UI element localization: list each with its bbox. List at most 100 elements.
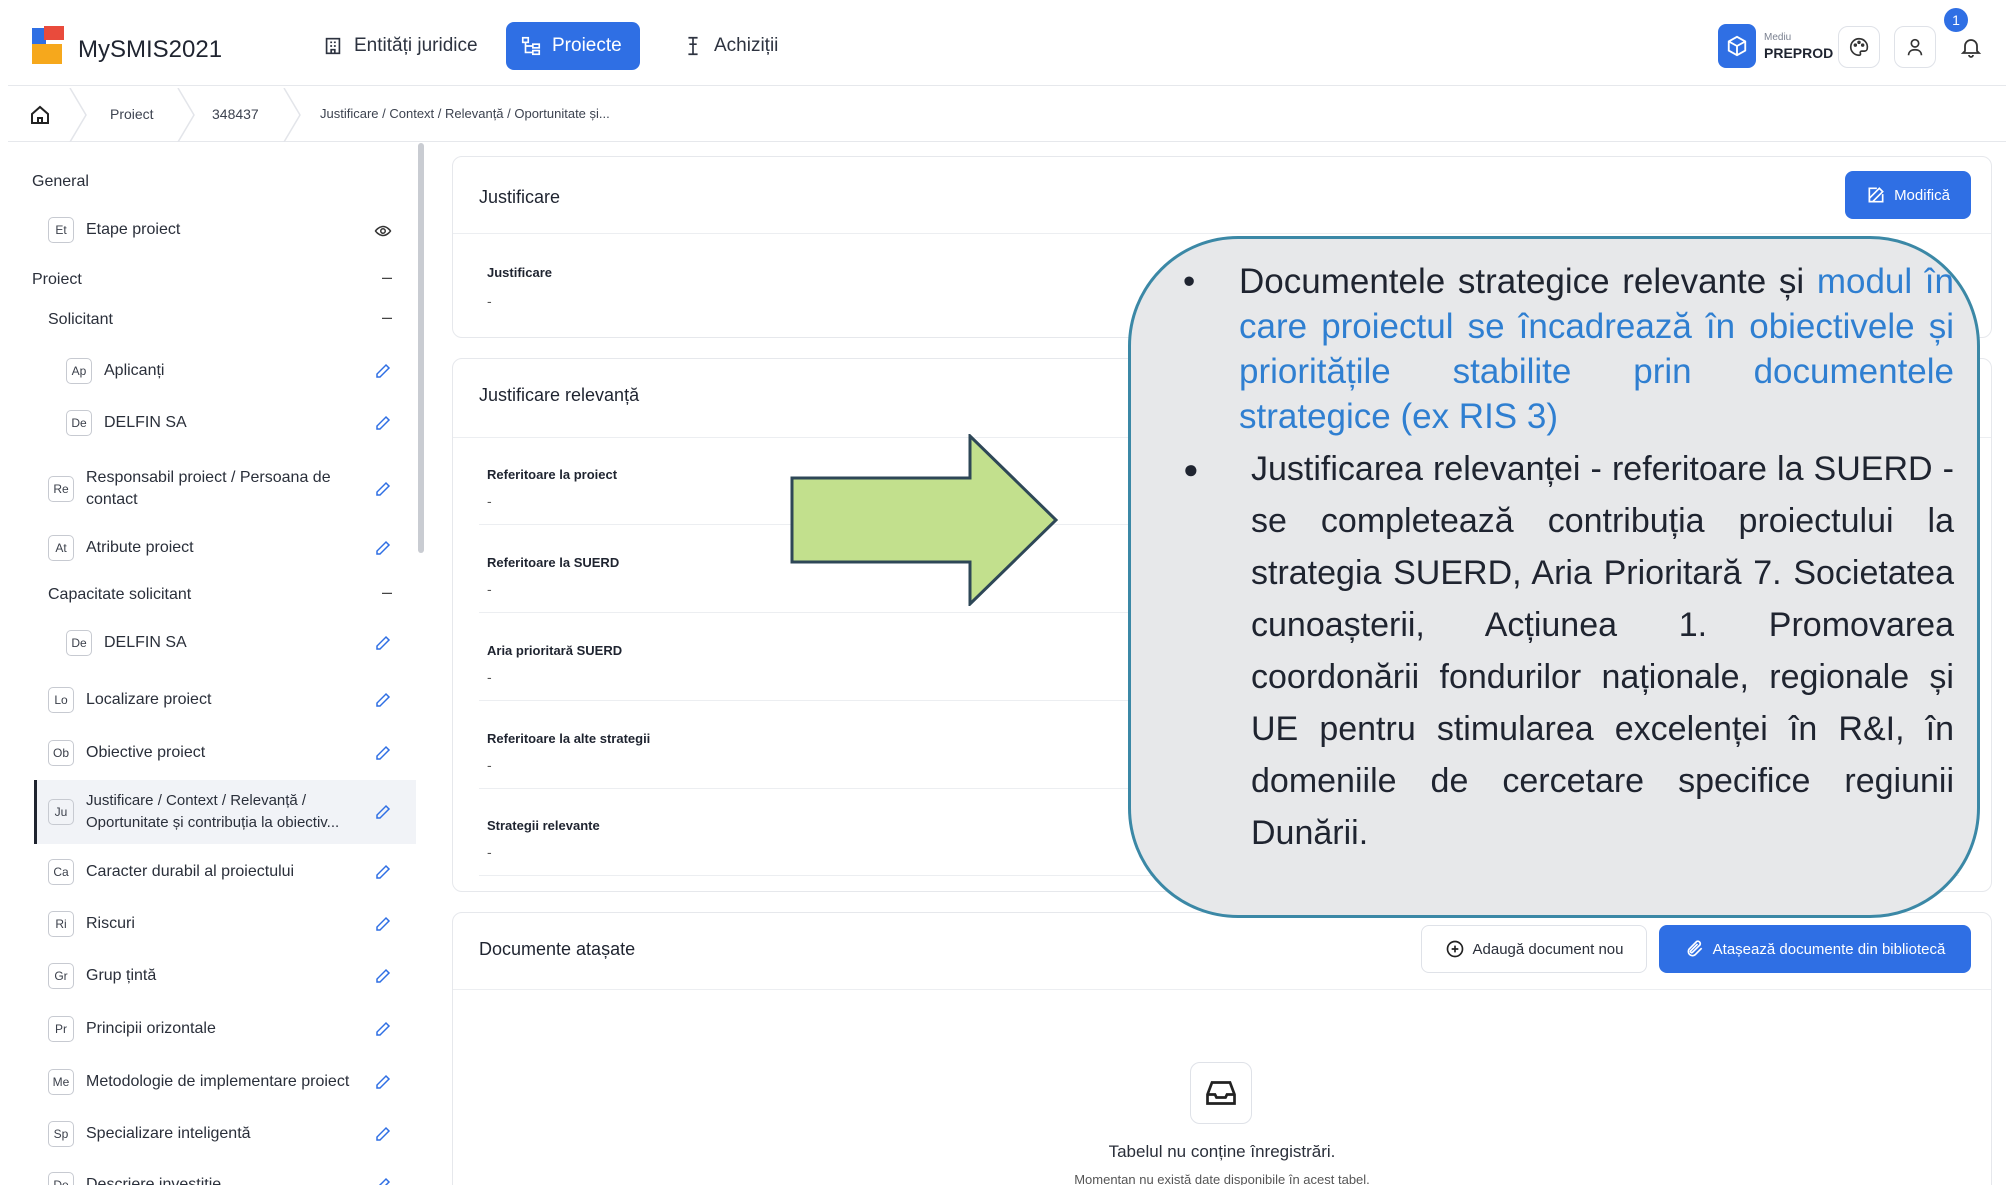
edit-icon[interactable] bbox=[374, 634, 392, 652]
edit-icon[interactable] bbox=[374, 915, 392, 933]
sidebar-item-delfin-capacitate[interactable]: De DELFIN SA bbox=[66, 621, 386, 665]
item-label: Obiective proiect bbox=[86, 744, 206, 761]
callout-text: Documentele strategice relevante și bbox=[1239, 262, 1817, 301]
item-abbr: At bbox=[48, 535, 74, 561]
item-label: Grup țintă bbox=[86, 967, 157, 984]
nav-label: Achiziții bbox=[714, 35, 779, 56]
field-value: - bbox=[487, 581, 492, 597]
item-abbr: Re bbox=[48, 476, 74, 502]
edit-icon[interactable] bbox=[374, 1125, 392, 1143]
sidebar-item-responsabil[interactable]: Re Responsabil proiect / Persoana de con… bbox=[48, 461, 368, 517]
sidebar-scrollbar[interactable] bbox=[418, 143, 424, 553]
sidebar-item-localizare[interactable]: Lo Localizare proiect bbox=[48, 678, 368, 722]
modifica-button[interactable]: Modifică bbox=[1845, 171, 1971, 219]
top-bar: MySMIS2021 Entități juridice Proiecte Ac… bbox=[8, 6, 2006, 86]
field-label: Aria prioritară SUERD bbox=[487, 643, 623, 658]
edit-icon[interactable] bbox=[374, 803, 392, 821]
card-title: Justificare bbox=[479, 187, 561, 207]
notifications-button[interactable] bbox=[1950, 26, 1992, 68]
attach-from-library-button[interactable]: Atașează documente din bibliotecă bbox=[1659, 925, 1971, 973]
environment-indicator[interactable]: Mediu PREPROD bbox=[1718, 24, 1833, 68]
button-label: Atașează documente din bibliotecă bbox=[1712, 940, 1946, 958]
sidebar-item-atribute[interactable]: At Atribute proiect bbox=[48, 526, 368, 570]
sidebar-item-grup-tinta[interactable]: Gr Grup țintă bbox=[48, 954, 368, 998]
item-label: Principii orizontale bbox=[86, 1020, 216, 1037]
item-abbr: Ca bbox=[48, 859, 74, 885]
edit-icon[interactable] bbox=[374, 744, 392, 762]
sidebar-item-descriere-investitie[interactable]: De Descriere investiție bbox=[48, 1163, 368, 1185]
plus-circle-icon bbox=[1446, 940, 1463, 958]
sidebar-item-specializare[interactable]: Sp Specializare inteligentă bbox=[48, 1112, 368, 1156]
card-title: Documente atașate bbox=[479, 939, 636, 959]
item-label: DELFIN SA bbox=[104, 634, 187, 651]
user-icon bbox=[1907, 38, 1923, 56]
button-label: Modifică bbox=[1894, 186, 1950, 204]
chevron-separator-icon bbox=[283, 88, 301, 142]
edit-icon[interactable] bbox=[374, 691, 392, 709]
edit-icon[interactable] bbox=[374, 362, 392, 380]
bullet: • bbox=[1183, 262, 1196, 301]
item-abbr: Ap bbox=[66, 358, 92, 384]
section-capacitate: Capacitate solicitant bbox=[48, 586, 192, 603]
item-abbr: De bbox=[66, 410, 92, 436]
palette-icon bbox=[1850, 37, 1869, 57]
edit-icon[interactable] bbox=[374, 967, 392, 985]
edit-icon[interactable] bbox=[374, 863, 392, 881]
item-abbr: Ob bbox=[48, 740, 74, 766]
edit-icon[interactable] bbox=[374, 539, 392, 557]
collapse-proiect-toggle[interactable]: – bbox=[382, 267, 392, 288]
user-button[interactable] bbox=[1894, 26, 1936, 68]
empty-state-subtitle: Momentan nu există date disponibile în a… bbox=[1074, 1172, 1370, 1185]
item-label: Aplicanți bbox=[104, 362, 165, 379]
app-logo-icon[interactable] bbox=[30, 26, 66, 66]
nav-achizitii[interactable]: Achiziții bbox=[668, 22, 796, 70]
sidebar-item-principii[interactable]: Pr Principii orizontale bbox=[48, 1007, 368, 1051]
collapse-capacitate-toggle[interactable]: – bbox=[382, 582, 392, 603]
item-label: Metodologie de implementare proiect bbox=[86, 1073, 350, 1090]
breadcrumb-proiect[interactable]: Proiect bbox=[110, 106, 154, 122]
section-solicitant: Solicitant bbox=[48, 311, 113, 328]
button-label: Adaugă document nou bbox=[1472, 940, 1624, 958]
sidebar-item-aplicanti[interactable]: Ap Aplicanți bbox=[66, 349, 386, 393]
edit-icon[interactable] bbox=[374, 1020, 392, 1038]
sidebar-item-riscuri[interactable]: Ri Riscuri bbox=[48, 902, 368, 946]
home-icon[interactable] bbox=[28, 103, 52, 127]
item-label: Caracter durabil al proiectului bbox=[86, 863, 295, 880]
palette-button[interactable] bbox=[1838, 26, 1880, 68]
sidebar-item-obiective[interactable]: Ob Obiective proiect bbox=[48, 731, 368, 775]
edit-icon[interactable] bbox=[374, 414, 392, 432]
collapse-solicitant-toggle[interactable]: – bbox=[382, 307, 392, 328]
item-label: Responsabil proiect / Persoana de contac… bbox=[86, 469, 331, 508]
sidebar-item-etape-proiect[interactable]: Et Etape proiect bbox=[48, 208, 408, 252]
cube-icon bbox=[1718, 24, 1756, 68]
section-general: General bbox=[32, 173, 89, 190]
item-abbr: Lo bbox=[48, 687, 74, 713]
card-title: Justificare relevanță bbox=[479, 385, 640, 405]
building-icon bbox=[325, 37, 341, 55]
breadcrumb-project-id[interactable]: 348437 bbox=[212, 106, 259, 122]
nav-proiecte[interactable]: Proiecte bbox=[506, 22, 640, 70]
field-value: - bbox=[487, 669, 492, 685]
edit-icon[interactable] bbox=[374, 480, 392, 498]
sidebar-item-delfin-solicitant[interactable]: De DELFIN SA bbox=[66, 401, 386, 445]
item-abbr: Ri bbox=[48, 911, 74, 937]
paperclip-icon bbox=[1687, 940, 1702, 957]
item-label: Riscuri bbox=[86, 915, 135, 932]
project-sidebar: General Et Etape proiect Proiect – Solic… bbox=[8, 143, 418, 1185]
edit-icon[interactable] bbox=[374, 1176, 392, 1185]
annotation-callout: • Documentele strategice relevante și mo… bbox=[1128, 236, 1980, 918]
item-abbr: Sp bbox=[48, 1121, 74, 1147]
add-document-button[interactable]: Adaugă document nou bbox=[1421, 925, 1647, 973]
app-title[interactable]: MySMIS2021 bbox=[78, 36, 222, 64]
sidebar-item-metodologie[interactable]: Me Metodologie de implementare proiect bbox=[48, 1060, 378, 1104]
item-abbr: De bbox=[66, 630, 92, 656]
field-label: Referitoare la SUERD bbox=[487, 555, 620, 570]
item-abbr: Ju bbox=[48, 799, 74, 825]
sidebar-item-caracter-durabil[interactable]: Ca Caracter durabil al proiectului bbox=[48, 850, 368, 894]
edit-icon[interactable] bbox=[374, 1073, 392, 1091]
nav-entitati-juridice[interactable]: Entități juridice bbox=[308, 22, 496, 70]
sidebar-item-justificare[interactable]: Ju Justificare / Context / Relevanță / Op… bbox=[34, 780, 416, 844]
divider bbox=[453, 989, 1991, 990]
field-label: Referitoare la proiect bbox=[487, 467, 618, 482]
eye-icon[interactable] bbox=[374, 222, 392, 240]
